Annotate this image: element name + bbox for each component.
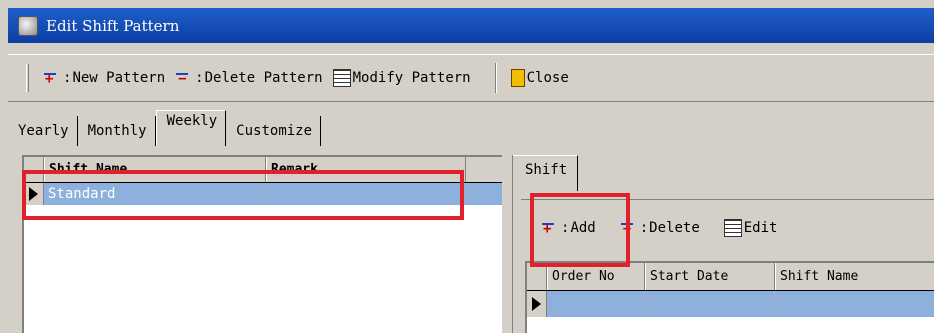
window-title: Edit Shift Pattern (46, 16, 180, 35)
table-row[interactable]: Standard (24, 183, 502, 205)
cell-shift-name[interactable] (775, 291, 934, 317)
shift-grid: Order No Start Date Shift Name (525, 261, 934, 333)
cell-start-date[interactable] (645, 291, 775, 317)
add-label: Add (570, 219, 596, 236)
edit-icon (723, 218, 742, 237)
main-toolbar: : New Pattern : Delete Pattern Modify Pa… (8, 54, 934, 102)
shift-pattern-grid: Shift Name Remark Standard (22, 155, 502, 333)
shift-panel: Shift : Add : Delete Edit Order No Start… (512, 155, 934, 333)
toolbar-grip (26, 64, 29, 92)
tab-weekly[interactable]: Weekly (155, 110, 227, 146)
tab-yearly[interactable]: Yearly (8, 116, 78, 146)
edit-label: Edit (743, 219, 778, 236)
row-indicator-header (527, 263, 547, 290)
door-icon (510, 69, 525, 87)
close-label: Close (526, 70, 569, 86)
app-icon (18, 15, 38, 36)
current-row-indicator (24, 183, 44, 205)
add-button[interactable]: : Add (541, 219, 596, 237)
delete-button[interactable]: : Delete (620, 219, 700, 237)
close-button[interactable]: Close (510, 69, 569, 87)
column-header-shift-name[interactable]: Shift Name (775, 263, 934, 290)
title-bar: Edit Shift Pattern (8, 8, 934, 43)
modify-pattern-label: Modify Pattern (352, 70, 471, 86)
tab-monthly[interactable]: Monthly (78, 116, 156, 146)
column-header-shift-name[interactable]: Shift Name (44, 157, 266, 182)
cell-remark[interactable] (266, 183, 466, 205)
delete-pattern-button[interactable]: : Delete Pattern (175, 69, 323, 87)
shift-toolbar: : Add : Delete Edit (521, 199, 934, 255)
toolbar-separator (494, 63, 497, 93)
grid-header: Order No Start Date Shift Name (527, 263, 934, 291)
pointer-icon (532, 297, 541, 311)
new-pattern-label: New Pattern (72, 70, 166, 86)
column-header-remark[interactable]: Remark (266, 157, 466, 182)
pointer-icon (29, 187, 38, 201)
tab-shift[interactable]: Shift (513, 155, 579, 191)
row-indicator-header (24, 157, 44, 182)
column-header-start-date[interactable]: Start Date (645, 263, 775, 290)
column-header-order-no[interactable]: Order No (547, 263, 645, 290)
grid-header: Shift Name Remark (24, 157, 502, 183)
tab-customize[interactable]: Customize (226, 116, 322, 146)
current-row-indicator (527, 291, 547, 317)
new-pattern-button[interactable]: : New Pattern (43, 69, 165, 87)
cell-shift-name[interactable]: Standard (44, 183, 266, 205)
add-icon (541, 219, 559, 237)
delete-pattern-label: Delete Pattern (204, 70, 323, 86)
edit-button[interactable]: Edit (723, 218, 778, 237)
modify-pattern-button[interactable]: Modify Pattern (332, 69, 471, 87)
pattern-tabs: Yearly Monthly Weekly Customize (8, 108, 322, 146)
delete-icon (620, 219, 638, 237)
modify-icon (332, 69, 351, 87)
add-icon (43, 69, 61, 87)
cell-order-no[interactable] (547, 291, 645, 317)
table-row[interactable] (527, 291, 934, 317)
delete-icon (175, 69, 193, 87)
delete-label: Delete (649, 219, 700, 236)
